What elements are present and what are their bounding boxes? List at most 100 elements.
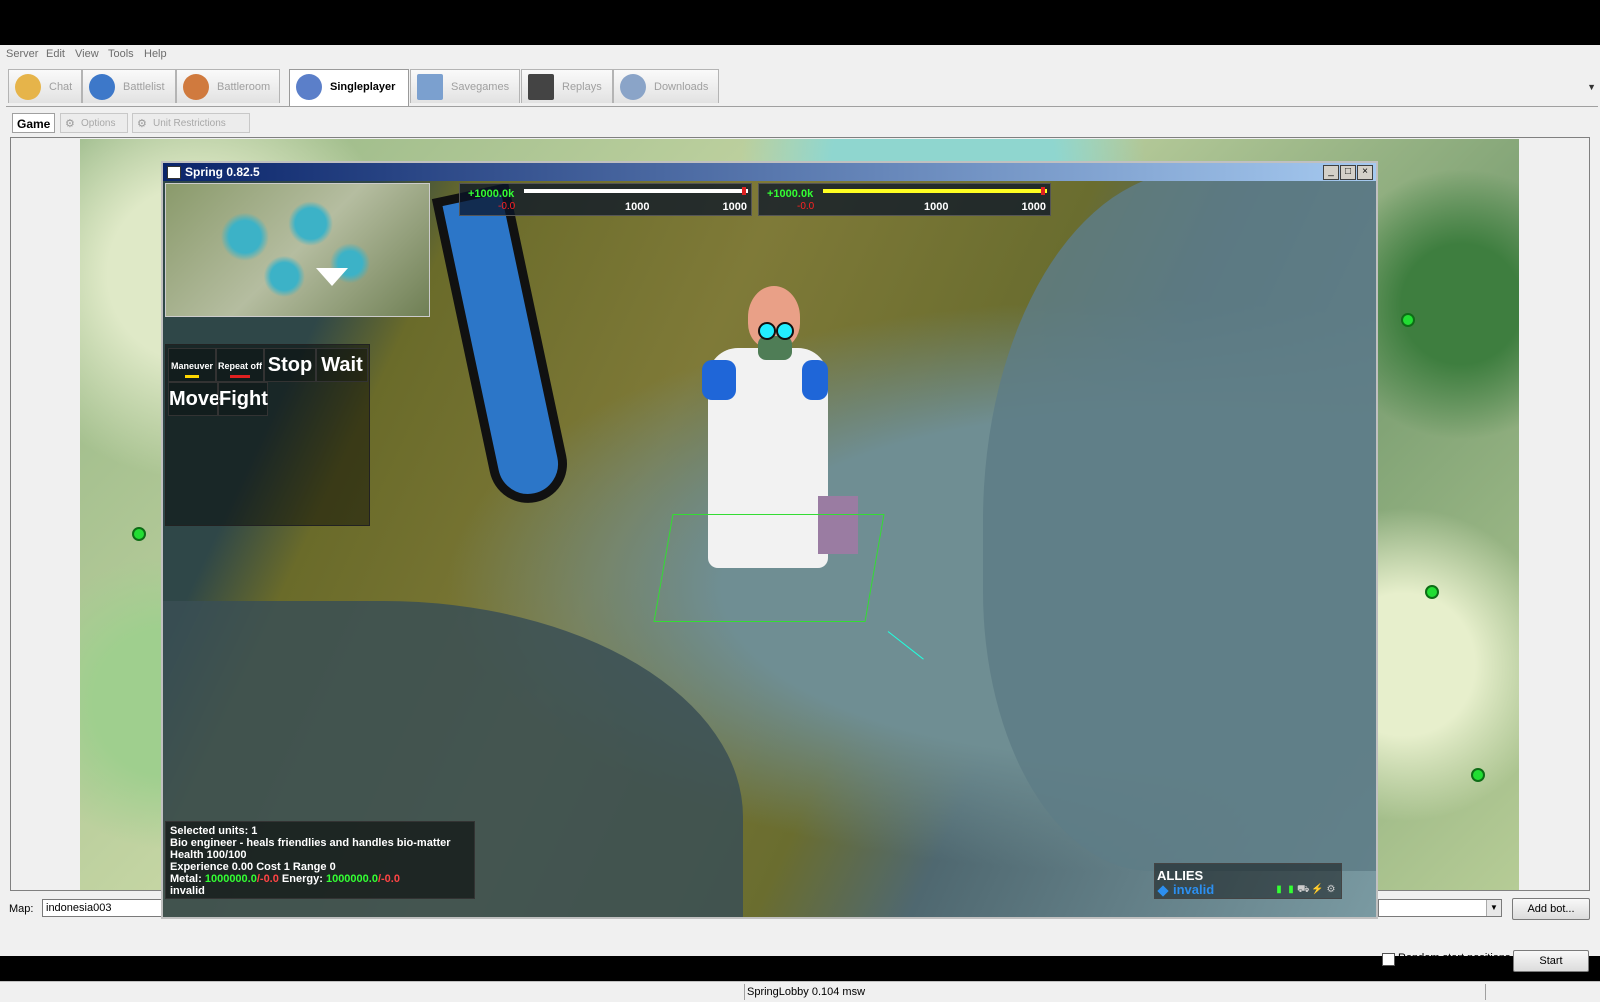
energy-max: 1000 [1021, 201, 1046, 213]
metal-storage-track [524, 189, 748, 193]
tab-chat[interactable]: Chat [8, 69, 82, 103]
energy-expense: -0.0 [797, 201, 815, 212]
water-area [983, 181, 1376, 871]
energy-value: 1000000.0 [325, 873, 378, 885]
menu-server[interactable]: Server [6, 48, 38, 60]
menu-edit[interactable]: Edit [46, 48, 65, 60]
selected-units-count: Selected units: 1 [170, 825, 258, 837]
tab-overflow-arrow-icon[interactable]: ▼ [1587, 82, 1596, 92]
energy-share-marker[interactable] [1040, 187, 1045, 195]
random-start-checkbox[interactable] [1382, 953, 1395, 966]
order-menu: Maneuver Repeat off Stop Wait Move Fight [165, 344, 370, 526]
tab-label: Downloads [654, 81, 709, 93]
subtab-game[interactable]: Game [12, 113, 55, 133]
goggle [758, 322, 776, 340]
menu-help[interactable]: Help [144, 48, 167, 60]
download-globe-icon [620, 74, 646, 100]
unit-selection-box [653, 514, 885, 622]
energy-label: Energy: [281, 873, 323, 885]
river [431, 182, 575, 511]
allies-title: ALLIES [1157, 868, 1204, 883]
metal-delta: /-0.0 [256, 873, 279, 885]
maximize-icon[interactable]: □ [1340, 165, 1356, 180]
game-viewport[interactable]: +1000.0k -0.0 1000 1000 +1000.0k -0.0 10… [163, 181, 1376, 917]
tab-label: Battleroom [217, 81, 271, 93]
allies-panel: ALLIES invalid ▮ ▮ ⛟ ⚡ ⚙ [1154, 863, 1342, 899]
fight-button[interactable]: Fight [218, 382, 268, 416]
metal-label: Metal: [170, 873, 202, 885]
start-position-marker[interactable] [1471, 768, 1485, 782]
energy-current: 1000 [924, 201, 949, 213]
subtab-options[interactable]: ⚙ Options [60, 113, 128, 133]
spring-title-bar[interactable]: Spring 0.82.5 _ □ × [163, 163, 1376, 181]
metal-share-marker[interactable] [741, 187, 746, 195]
menu-view[interactable]: View [75, 48, 99, 60]
energy-transfer-icon[interactable]: ⚡ [1311, 884, 1323, 896]
clapperboard-icon [528, 74, 554, 100]
unit-shoulder [802, 360, 828, 400]
spring-app-icon [167, 166, 181, 179]
floppy-disk-icon [417, 74, 443, 100]
close-icon[interactable]: × [1357, 165, 1373, 180]
state-indicator [230, 375, 250, 378]
unit-owner: invalid [170, 885, 205, 897]
status-separator [1485, 984, 1486, 1000]
minimap[interactable] [165, 183, 430, 317]
unit-shoulder [702, 360, 736, 400]
spring-game-window: Spring 0.82.5 _ □ × +1000.0k -0.0 1000 1… [161, 161, 1378, 919]
random-start-label: Random start positions [1398, 952, 1511, 964]
player-color-icon [1157, 885, 1169, 897]
repeat-button[interactable]: Repeat off [216, 348, 264, 382]
energy-income: +1000.0k [767, 188, 814, 200]
move-button[interactable]: Move [168, 382, 220, 416]
add-bot-button[interactable]: Add bot... [1512, 898, 1590, 920]
globe-icon [89, 74, 115, 100]
map-field[interactable]: indonesia003 [42, 899, 162, 917]
energy-resource-bar: +1000.0k -0.0 1000 1000 [758, 183, 1051, 216]
metal-current: 1000 [625, 201, 650, 213]
mouse-cursor-icon [887, 631, 924, 660]
tab-label: Singleplayer [330, 81, 396, 93]
chevron-down-icon[interactable]: ▼ [1486, 900, 1501, 916]
tab-label: Replays [562, 81, 602, 93]
sub-tab-bar: Game ⚙ Options ⚙ Unit Restrictions [10, 113, 1590, 133]
tab-label: Battlelist [123, 81, 165, 93]
minimize-icon[interactable]: _ [1323, 165, 1339, 180]
state-indicator [185, 375, 199, 378]
start-button[interactable]: Start [1513, 950, 1589, 972]
metal-resource-bar: +1000.0k -0.0 1000 1000 [459, 183, 752, 216]
wait-button[interactable]: Wait [316, 348, 368, 382]
unit-share-icon[interactable]: ⛟ [1297, 884, 1310, 896]
ally-player-name[interactable]: invalid [1173, 882, 1214, 897]
camera-frustum-icon [316, 268, 348, 286]
battle-option-combo[interactable]: ▼ [1378, 899, 1502, 917]
subtab-unit-restrictions[interactable]: ⚙ Unit Restrictions [132, 113, 250, 133]
metal-income: +1000.0k [468, 188, 515, 200]
order-label: Repeat off [217, 361, 262, 371]
start-position-marker[interactable] [1425, 585, 1439, 599]
energy-storage-track [823, 189, 1047, 193]
chat-icon [15, 74, 41, 100]
status-separator [744, 984, 745, 1000]
tab-battleroom[interactable]: Battleroom [176, 69, 280, 103]
subtab-label: Unit Restrictions [153, 118, 226, 129]
start-position-marker[interactable] [1401, 313, 1415, 327]
settings-icon[interactable]: ⚙ [1325, 884, 1337, 896]
metal-max: 1000 [722, 201, 747, 213]
tab-label: Chat [49, 81, 73, 93]
energy-delta: /-0.0 [377, 873, 400, 885]
tab-downloads[interactable]: Downloads [613, 69, 719, 103]
start-position-marker[interactable] [132, 527, 146, 541]
energy-share-icon[interactable]: ▮ [1285, 884, 1297, 896]
metal-share-icon[interactable]: ▮ [1273, 884, 1285, 896]
metal-expense: -0.0 [498, 201, 516, 212]
tab-replays[interactable]: Replays [521, 69, 613, 103]
tab-singleplayer[interactable]: Singleplayer [289, 69, 409, 106]
stop-button[interactable]: Stop [264, 348, 316, 382]
tab-battlelist[interactable]: Battlelist [82, 69, 176, 103]
menu-tools[interactable]: Tools [108, 48, 134, 60]
unit-stats: Experience 0.00 Cost 1 Range 0 [170, 861, 336, 873]
tab-savegames[interactable]: Savegames [410, 69, 520, 103]
maneuver-button[interactable]: Maneuver [168, 348, 216, 382]
unit-resources: Metal: 1000000.0/-0.0 Energy: 1000000.0/… [170, 873, 470, 885]
